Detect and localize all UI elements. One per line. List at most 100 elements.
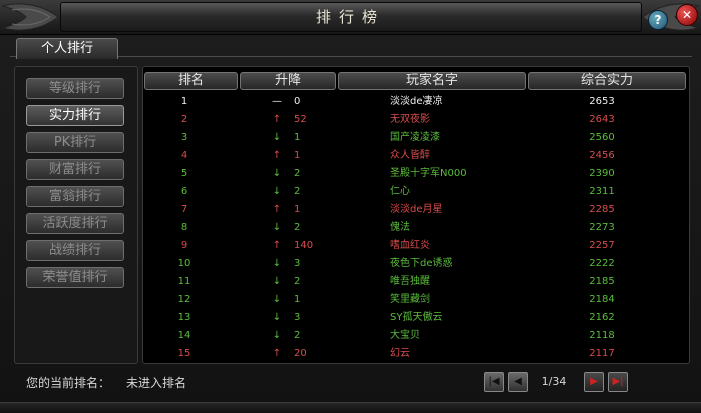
- table-row[interactable]: 10 ↓ 3 夜色下de诱惑 2222: [144, 255, 686, 273]
- change-cell: 2: [294, 186, 301, 197]
- power-cell: 2273: [589, 222, 615, 233]
- category-button[interactable]: 活跃度排行: [26, 213, 124, 234]
- change-arrow-icon: ↑: [272, 150, 282, 161]
- change-arrow-icon: —: [272, 96, 282, 107]
- rank-cell: 9: [180, 240, 188, 251]
- help-button[interactable]: ?: [648, 10, 668, 30]
- rank-cell: 11: [177, 276, 191, 287]
- window-title: 排行榜: [315, 8, 385, 26]
- next-page-icon: ▶: [590, 376, 598, 387]
- column-header-player-name[interactable]: 玩家名字: [338, 72, 526, 90]
- change-arrow-icon: ↓: [272, 276, 282, 287]
- change-arrow-icon: ↓: [272, 168, 282, 179]
- change-cell: 1: [294, 204, 301, 215]
- table-row[interactable]: 14 ↓ 2 大宝贝 2118: [144, 327, 686, 345]
- rank-cell: 4: [180, 150, 188, 161]
- change-cell: 1: [294, 150, 301, 161]
- power-cell: 2118: [589, 330, 615, 341]
- first-page-icon: |◀: [488, 376, 500, 387]
- rank-cell: 15: [177, 348, 191, 359]
- rank-cell: 10: [177, 258, 191, 269]
- power-cell: 2184: [589, 294, 615, 305]
- close-button[interactable]: ✕: [676, 4, 698, 26]
- power-cell: 2653: [589, 96, 615, 107]
- change-cell: 1: [294, 132, 301, 143]
- change-cell: 3: [294, 258, 301, 269]
- change-arrow-icon: ↓: [272, 312, 282, 323]
- power-cell: 2257: [589, 240, 615, 251]
- prev-page-icon: ◀: [514, 376, 522, 387]
- power-cell: 2311: [589, 186, 615, 197]
- power-cell: 2456: [589, 150, 615, 161]
- change-cell: 2: [294, 168, 301, 179]
- change-cell: 1: [294, 294, 301, 305]
- rank-cell: 5: [180, 168, 188, 179]
- power-cell: 2285: [589, 204, 615, 215]
- rank-cell: 12: [177, 294, 191, 305]
- table-row[interactable]: 6 ↓ 2 仁心 2311: [144, 183, 686, 201]
- table-row[interactable]: 15 ↑ 20 幻云 2117: [144, 345, 686, 363]
- rank-cell: 3: [180, 132, 188, 143]
- power-cell: 2643: [589, 114, 615, 125]
- table-row[interactable]: 4 ↑ 1 众人皆醉 2456: [144, 147, 686, 165]
- last-page-icon: ▶|: [612, 376, 624, 387]
- change-cell: 2: [294, 222, 301, 233]
- change-cell: 20: [294, 348, 307, 359]
- power-cell: 2162: [589, 312, 615, 323]
- table-row[interactable]: 7 ↑ 1 淡淡de月星 2285: [144, 201, 686, 219]
- change-cell: 140: [294, 240, 314, 251]
- title-bar[interactable]: 排行榜 ? ✕: [0, 0, 701, 35]
- table-row[interactable]: 3 ↓ 1 国产凌凌漆 2560: [144, 129, 686, 147]
- change-arrow-icon: ↓: [272, 294, 282, 305]
- power-cell: 2560: [589, 132, 615, 143]
- current-rank-label: 您的当前排名：: [26, 376, 111, 390]
- page-indicator: 1/34: [541, 375, 567, 388]
- change-cell: 3: [294, 312, 301, 323]
- change-arrow-icon: ↓: [272, 186, 282, 197]
- change-cell: 2: [294, 330, 301, 341]
- change-arrow-icon: ↓: [272, 258, 282, 269]
- category-button[interactable]: 等级排行: [26, 78, 124, 99]
- category-button[interactable]: 荣誉值排行: [26, 267, 124, 288]
- table-row[interactable]: 13 ↓ 3 SY孤天傲云 2162: [144, 309, 686, 327]
- change-arrow-icon: ↓: [272, 222, 282, 233]
- category-button[interactable]: PK排行: [26, 132, 124, 153]
- rank-cell: 7: [180, 204, 188, 215]
- column-header-change[interactable]: 升降: [240, 72, 336, 90]
- category-button[interactable]: 实力排行: [26, 105, 124, 126]
- table-row[interactable]: 8 ↓ 2 傀法 2273: [144, 219, 686, 237]
- rank-cell: 6: [180, 186, 188, 197]
- column-header-rank[interactable]: 排名: [144, 72, 238, 90]
- tab-personal-ranking[interactable]: 个人排行: [16, 38, 118, 59]
- table-row[interactable]: 5 ↓ 2 圣殿十字军N000 2390: [144, 165, 686, 183]
- category-button[interactable]: 富翁排行: [26, 186, 124, 207]
- next-page-button[interactable]: ▶: [584, 372, 604, 392]
- power-cell: 2117: [589, 348, 615, 359]
- change-cell: 52: [294, 114, 307, 125]
- last-page-button[interactable]: ▶|: [608, 372, 628, 392]
- change-arrow-icon: ↑: [272, 204, 282, 215]
- change-arrow-icon: ↓: [272, 330, 282, 341]
- first-page-button[interactable]: |◀: [484, 372, 504, 392]
- change-arrow-icon: ↓: [272, 132, 282, 143]
- window-bottom-frame: [0, 402, 701, 413]
- table-row[interactable]: 1—0 淡淡de凄凉 2653: [144, 93, 686, 111]
- table-row[interactable]: 11 ↓ 2 唯吾独醒 2185: [144, 273, 686, 291]
- power-cell: 2185: [589, 276, 615, 287]
- change-arrow-icon: ↑: [272, 348, 282, 359]
- current-rank-value: 未进入排名: [126, 376, 187, 390]
- change-arrow-icon: ↑: [272, 114, 282, 125]
- category-button[interactable]: 战绩排行: [26, 240, 124, 261]
- prev-page-button[interactable]: ◀: [508, 372, 528, 392]
- rank-cell: 1: [180, 96, 188, 107]
- category-button[interactable]: 财富排行: [26, 159, 124, 180]
- rank-cell: 14: [177, 330, 191, 341]
- column-header-power[interactable]: 综合实力: [528, 72, 686, 90]
- table-row[interactable]: 9 ↑ 140 嗜血红炎 2257: [144, 237, 686, 255]
- rank-cell: 13: [177, 312, 191, 323]
- power-cell: 2390: [589, 168, 615, 179]
- rank-cell: 8: [180, 222, 188, 233]
- table-row[interactable]: 12 ↓ 1 笑里藏剑 2184: [144, 291, 686, 309]
- power-cell: 2222: [589, 258, 615, 269]
- table-row[interactable]: 2 ↑ 52 无双夜影 2643: [144, 111, 686, 129]
